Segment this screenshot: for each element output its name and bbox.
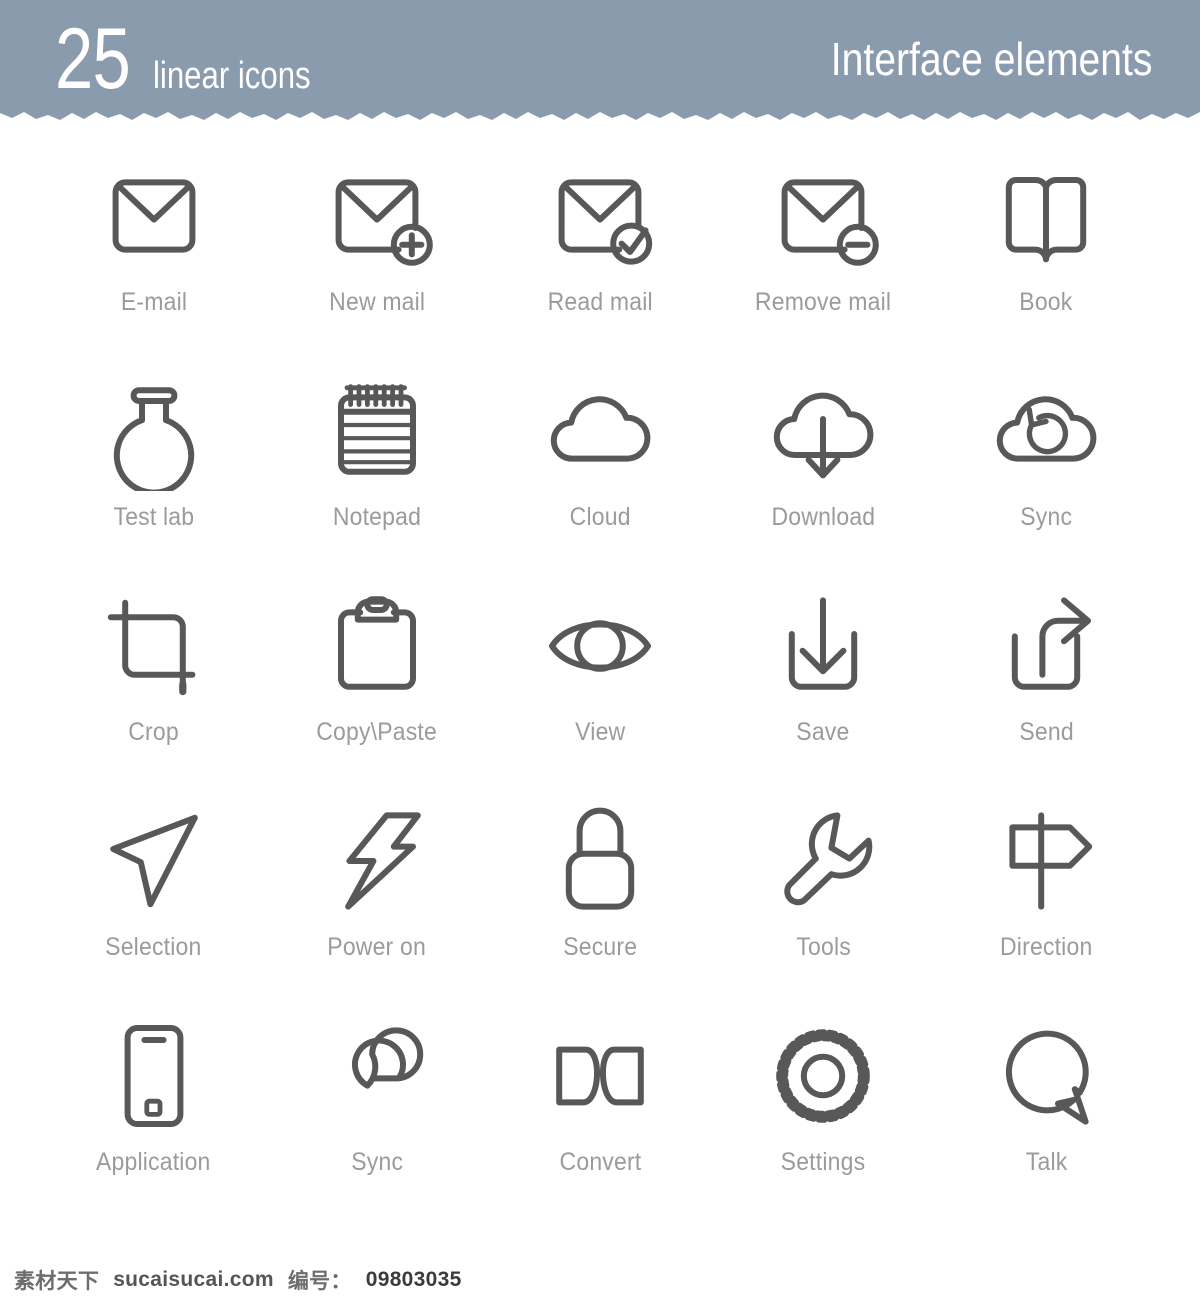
envelope-icon[interactable] [88,150,220,282]
open-book-icon[interactable] [980,150,1112,282]
icon-label: New mail [328,288,425,316]
footer-site-name: 素材天下 [14,1270,100,1293]
convert-bowtie-icon[interactable] [534,1010,666,1142]
icon-cell-remove-mail[interactable]: Remove mail [712,150,935,365]
icon-cell-selection[interactable]: Selection [42,795,265,1010]
icon-cell-copy-paste[interactable]: Copy\Paste [265,580,488,795]
icon-label: Notepad [332,503,421,531]
icon-cell-book[interactable]: Book [935,150,1158,365]
icon-label: View [574,718,626,746]
icon-label: Book [1019,288,1073,316]
icon-cell-test-lab[interactable]: Test lab [42,365,265,580]
icon-label: Cloud [569,503,631,531]
eye-icon[interactable] [534,580,666,712]
icon-label: Read mail [547,288,653,316]
icon-cell-talk[interactable]: Talk [935,1010,1158,1225]
icon-label: Talk [1025,1148,1068,1176]
footer-site-url: sucaisucai.com [113,1268,274,1291]
icon-label: Sync [350,1148,403,1176]
wrench-icon[interactable] [757,795,889,927]
icon-cell-tools[interactable]: Tools [712,795,935,1010]
footer-watermark: 素材天下 sucaisucai.com 编号： 09803035 [0,1256,1200,1304]
icon-cell-convert[interactable]: Convert [488,1010,711,1225]
icon-label: Remove mail [755,288,892,316]
speech-bubble-icon[interactable] [980,1010,1112,1142]
icon-cell-save[interactable]: Save [712,580,935,795]
cloud-sync-icon[interactable] [980,365,1112,497]
icon-cell-application[interactable]: Application [42,1010,265,1225]
signpost-icon[interactable] [980,795,1112,927]
smartphone-icon[interactable] [88,1010,220,1142]
icon-cell-crop[interactable]: Crop [42,580,265,795]
header-subtitle: linear icons [152,55,311,97]
icon-cell-cloud[interactable]: Cloud [488,365,711,580]
icon-label: Secure [562,933,637,961]
icon-label: Selection [105,933,202,961]
icon-cell-email[interactable]: E-mail [42,150,265,365]
header-category-title: Interface elements [830,33,1152,85]
envelope-minus-icon[interactable] [757,150,889,282]
padlock-icon[interactable] [534,795,666,927]
envelope-check-icon[interactable] [534,150,666,282]
icon-cell-direction[interactable]: Direction [935,795,1158,1010]
icon-label: E-mail [120,288,187,316]
icon-cell-notepad[interactable]: Notepad [265,365,488,580]
icon-cell-view[interactable]: View [488,580,711,795]
icon-cell-cloud-sync[interactable]: Sync [935,365,1158,580]
gear-icon[interactable] [757,1010,889,1142]
infinity-loop-icon[interactable] [311,1010,443,1142]
icon-label: Save [796,718,850,746]
icon-label: Download [771,503,876,531]
icon-cell-new-mail[interactable]: New mail [265,150,488,365]
crop-icon[interactable] [88,580,220,712]
icon-label: Convert [559,1148,641,1176]
icon-count-number: 25 [55,11,131,107]
icon-label: Sync [1020,503,1073,531]
icon-label: Test lab [113,503,194,531]
icon-cell-sync-loop[interactable]: Sync [265,1010,488,1225]
icon-cell-download[interactable]: Download [712,365,935,580]
header-title-group: 25 linear icons [55,16,345,102]
icon-label: Power on [327,933,427,961]
cloud-download-icon[interactable] [757,365,889,497]
icon-label: Direction [1000,933,1093,961]
icon-cell-send[interactable]: Send [935,580,1158,795]
icon-label: Settings [780,1148,866,1176]
lightning-bolt-icon[interactable] [311,795,443,927]
icon-label: Copy\Paste [316,718,438,746]
footer-id-value: 09803035 [365,1268,462,1291]
envelope-plus-icon[interactable] [311,150,443,282]
save-tray-arrow-icon[interactable] [757,580,889,712]
icon-label: Crop [128,718,179,746]
header-banner: 25 linear icons Interface elements [0,0,1200,132]
icon-cell-power-on[interactable]: Power on [265,795,488,1010]
icon-cell-settings[interactable]: Settings [712,1010,935,1225]
icon-label: Application [96,1148,211,1176]
icon-grid: E-mail New mail Read mail Remove mail Bo… [0,150,1200,1225]
cursor-arrow-icon[interactable] [88,795,220,927]
icon-label: Tools [795,933,851,961]
send-share-icon[interactable] [980,580,1112,712]
icon-label: Send [1019,718,1074,746]
cloud-icon[interactable] [534,365,666,497]
footer-id-label: 编号： [287,1270,352,1293]
clipboard-icon[interactable] [311,580,443,712]
notepad-icon[interactable] [311,365,443,497]
flask-icon[interactable] [88,365,220,497]
icon-cell-secure[interactable]: Secure [488,795,711,1010]
icon-cell-read-mail[interactable]: Read mail [488,150,711,365]
header-text-row: 25 linear icons Interface elements [0,0,1200,118]
